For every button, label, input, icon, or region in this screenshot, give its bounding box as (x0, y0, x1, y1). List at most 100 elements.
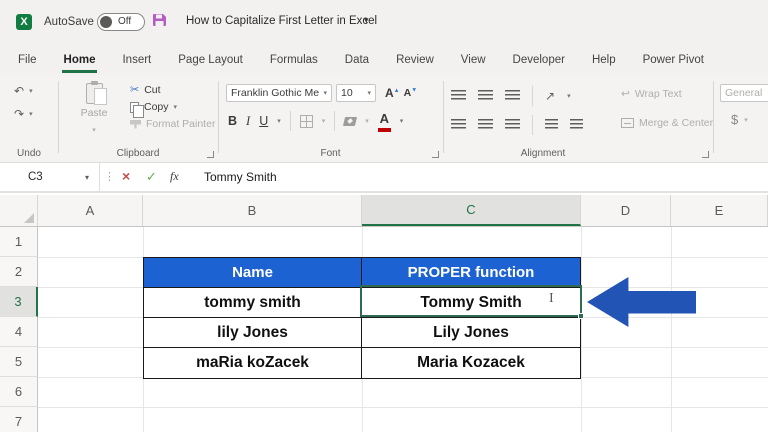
cell-c2[interactable]: PROPER function (362, 258, 580, 288)
autosave-toggle[interactable]: Off (97, 13, 145, 31)
tab-developer[interactable]: Developer (513, 54, 565, 66)
tab-home[interactable]: Home (64, 54, 96, 66)
wrap-text-button[interactable]: ↩ Wrap Text (621, 88, 682, 100)
formula-bar-grip-icon: ⋮ (104, 170, 115, 183)
cell-c4[interactable]: Lily Jones (362, 318, 580, 348)
redo-button[interactable]: ↷ (14, 108, 24, 120)
row-header-2[interactable]: 2 (0, 257, 38, 287)
row-header-7[interactable]: 7 (0, 407, 38, 432)
clipboard-group: Paste ▾ ✂ Cut Copy ▾ Format Painter Cli (58, 75, 218, 163)
select-all-corner[interactable] (0, 195, 38, 226)
align-left-button[interactable] (451, 119, 466, 131)
underline-chevron-down-icon[interactable]: ▾ (277, 117, 281, 125)
borders-chevron-down-icon[interactable]: ▾ (322, 117, 326, 125)
fill-handle[interactable] (578, 313, 584, 319)
cell-c3[interactable]: Tommy Smith (362, 288, 580, 318)
clipboard-group-label: Clipboard (58, 148, 218, 159)
align-middle-button[interactable] (478, 90, 493, 102)
orientation-button[interactable]: ↗ (545, 90, 555, 102)
font-size-select[interactable]: 10 ▾ (336, 84, 376, 102)
copy-button[interactable]: Copy ▾ (130, 101, 215, 113)
insert-function-button[interactable]: fx (170, 169, 179, 184)
formula-input[interactable]: Tommy Smith (196, 163, 768, 191)
cancel-button[interactable]: × (122, 168, 130, 184)
row-header-3[interactable]: 3 (0, 287, 38, 317)
align-top-button[interactable] (451, 90, 466, 102)
cell-b5[interactable]: maRia koZacek (144, 348, 362, 378)
tab-view[interactable]: View (461, 54, 486, 66)
underline-button[interactable]: U (259, 114, 268, 128)
undo-group-label: Undo (0, 148, 58, 159)
row-header-6[interactable]: 6 (0, 377, 38, 407)
clipboard-dialog-launcher[interactable] (207, 151, 214, 158)
increase-font-size-button[interactable]: A▲ (385, 86, 400, 100)
document-title[interactable]: How to Capitalize First Letter in Excel (186, 15, 377, 27)
tab-file[interactable]: File (18, 54, 37, 66)
title-chevron-down-icon[interactable]: ▾ (364, 15, 369, 26)
divider (290, 111, 291, 131)
tab-data[interactable]: Data (345, 54, 369, 66)
paste-button[interactable]: Paste ▾ (72, 83, 116, 137)
row-header-5[interactable]: 5 (0, 347, 38, 377)
italic-button[interactable]: I (246, 114, 250, 129)
format-painter-icon (130, 120, 141, 129)
gridline (38, 407, 768, 408)
fill-color-button[interactable] (343, 117, 357, 126)
tab-review[interactable]: Review (396, 54, 434, 66)
merge-center-button[interactable]: Merge & Center (621, 117, 713, 129)
column-header-d[interactable]: D (581, 195, 671, 226)
font-dialog-launcher[interactable] (432, 151, 439, 158)
borders-button[interactable] (300, 115, 313, 128)
tab-power-pivot[interactable]: Power Pivot (643, 54, 704, 66)
font-name-select[interactable]: Franklin Gothic Me ▾ (226, 84, 332, 102)
orientation-chevron-down-icon[interactable]: ▾ (567, 92, 571, 100)
ribbon: ↶ ▾ ↷ ▾ Undo Paste ▾ ✂ Cut (0, 75, 768, 163)
alignment-dialog-launcher[interactable] (702, 151, 709, 158)
number-format-select[interactable]: General (720, 84, 768, 102)
undo-chevron-down-icon[interactable]: ▾ (29, 87, 33, 95)
format-painter-button[interactable]: Format Painter (130, 118, 215, 130)
increase-indent-button[interactable] (570, 119, 583, 131)
cell-b2[interactable]: Name (144, 258, 362, 288)
font-color-button[interactable]: A (378, 111, 391, 132)
fill-color-chevron-down-icon[interactable]: ▾ (365, 117, 369, 125)
wrap-text-icon: ↩ (621, 88, 630, 100)
copy-chevron-down-icon[interactable]: ▾ (174, 103, 178, 111)
formula-bar: C3 ▾ ⋮ × ✓ fx Tommy Smith (0, 163, 768, 193)
cell-c5[interactable]: Maria Kozacek (362, 348, 580, 378)
tab-page-layout[interactable]: Page Layout (178, 54, 243, 66)
column-header-c[interactable]: C (362, 195, 581, 226)
column-header-a[interactable]: A (38, 195, 143, 226)
row-header-1[interactable]: 1 (0, 227, 38, 257)
row-header-4[interactable]: 4 (0, 317, 38, 347)
undo-button[interactable]: ↶ (14, 85, 24, 97)
decrease-font-size-button[interactable]: A▼ (404, 87, 418, 99)
align-center-button[interactable] (478, 119, 493, 131)
column-header-e[interactable]: E (671, 195, 768, 226)
paste-chevron-down-icon[interactable]: ▾ (92, 127, 96, 134)
column-header-b[interactable]: B (143, 195, 362, 226)
redo-chevron-down-icon[interactable]: ▾ (29, 110, 33, 118)
enter-button[interactable]: ✓ (146, 169, 157, 185)
cut-button[interactable]: ✂ Cut (130, 83, 215, 96)
currency-chevron-down-icon[interactable]: ▾ (744, 116, 748, 124)
tab-formulas[interactable]: Formulas (270, 54, 318, 66)
paste-clipboard-icon (86, 83, 103, 104)
tab-help[interactable]: Help (592, 54, 616, 66)
text-cursor-icon: I (549, 291, 554, 307)
align-bottom-button[interactable] (505, 90, 520, 102)
font-color-chevron-down-icon[interactable]: ▾ (400, 117, 404, 125)
tab-insert[interactable]: Insert (122, 54, 151, 66)
cell-b4[interactable]: lily Jones (144, 318, 362, 348)
name-box[interactable]: C3 ▾ (0, 163, 100, 191)
cell-b3[interactable]: tommy smith (144, 288, 362, 318)
decrease-indent-button[interactable] (545, 119, 558, 131)
font-color-red-bar (378, 128, 391, 132)
currency-format-button[interactable]: $ (731, 113, 738, 126)
scissors-icon: ✂ (130, 83, 139, 96)
font-size-chevron-down-icon: ▾ (367, 89, 371, 97)
bold-button[interactable]: B (228, 114, 237, 128)
sheet-grid[interactable]: A B C D E 1 2 3 4 5 6 7 Name (0, 195, 768, 432)
align-right-button[interactable] (505, 119, 520, 131)
save-icon[interactable] (152, 13, 167, 33)
